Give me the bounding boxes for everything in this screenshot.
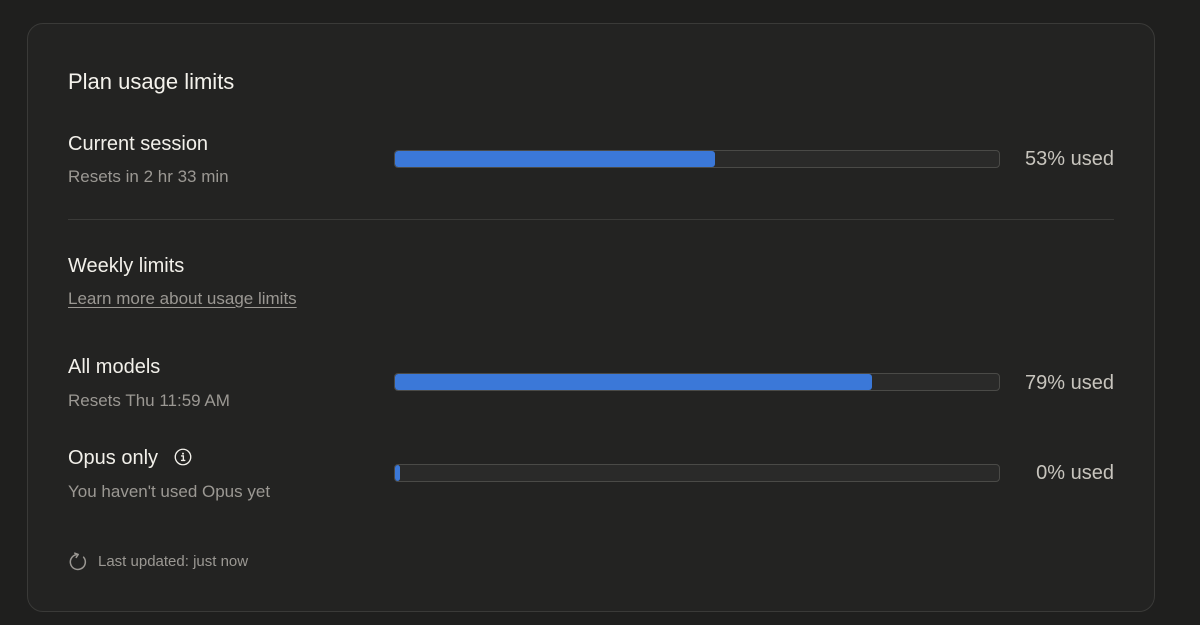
current-session-reset-text: Resets in 2 hr 33 min (68, 167, 229, 186)
learn-more-usage-limits-link[interactable]: Learn more about usage limits (68, 288, 297, 310)
opus-only-percent: 0% used (1036, 462, 1114, 484)
all-models-progress-bar (394, 373, 1000, 391)
opus-only-status-text: You haven't used Opus yet (68, 482, 271, 501)
info-icon[interactable] (174, 448, 192, 466)
opus-only-progress-fill (395, 465, 400, 481)
current-session-label: Current session (68, 133, 209, 155)
weekly-limits-heading: Weekly limits (68, 255, 185, 277)
current-session-progress-bar (394, 150, 1000, 168)
plan-usage-card: Plan usage limits Current session Resets… (27, 23, 1155, 612)
last-updated-text: Last updated: just now (98, 553, 249, 570)
page-title: Plan usage limits (68, 69, 235, 94)
all-models-progress-fill (395, 374, 873, 390)
section-divider (68, 219, 1114, 220)
all-models-label: All models (68, 356, 161, 378)
current-session-percent: 53% used (1025, 148, 1114, 170)
opus-only-label: Opus only (68, 447, 159, 469)
refresh-icon[interactable] (68, 552, 88, 572)
all-models-reset-text: Resets Thu 11:59 AM (68, 391, 230, 410)
all-models-percent: 79% used (1025, 372, 1114, 394)
last-updated-footer: Last updated: just now (68, 552, 248, 572)
current-session-progress-fill (395, 151, 716, 167)
opus-only-progress-bar (394, 464, 1000, 482)
